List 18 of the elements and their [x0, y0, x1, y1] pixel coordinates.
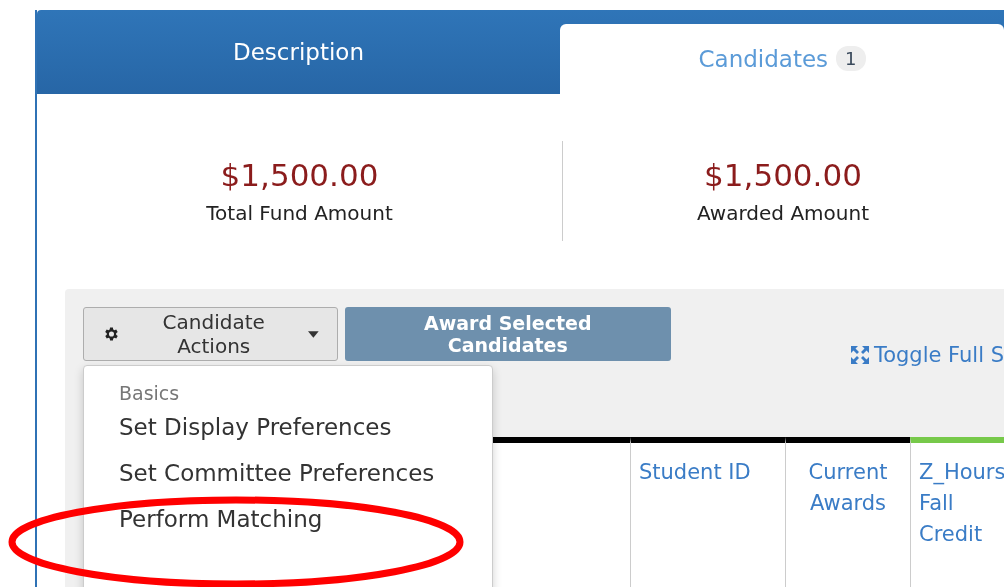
menu-header: Basics — [119, 382, 181, 404]
column-header[interactable]: Current Awards — [785, 437, 910, 587]
gear-icon — [102, 325, 120, 343]
amount-label: Total Fund Amount — [206, 201, 393, 226]
count-badge: 1 — [836, 46, 866, 72]
tab[interactable]: Candidates 1 — [560, 24, 1004, 94]
toggle-full-screen-link[interactable]: Toggle Full S — [847, 343, 1004, 367]
amount: $1,500.00 — [704, 157, 862, 194]
menu-item[interactable]: Set Display Preferences — [119, 414, 492, 460]
amount: $1,500.00 — [220, 157, 379, 194]
tab[interactable]: Description — [37, 10, 560, 94]
amount-label: Awarded Amount — [697, 201, 869, 226]
column-header[interactable]: Student ID — [630, 437, 785, 587]
menu-item[interactable]: Perform Matching — [119, 506, 492, 552]
menu-item[interactable]: Set Committee Preferences — [119, 460, 492, 506]
candidate-actions-button[interactable]: Candidate Actions — [83, 307, 338, 361]
column-header[interactable]: Z_Hours Fall Credit — [910, 437, 1004, 587]
caret-icon — [307, 330, 319, 338]
